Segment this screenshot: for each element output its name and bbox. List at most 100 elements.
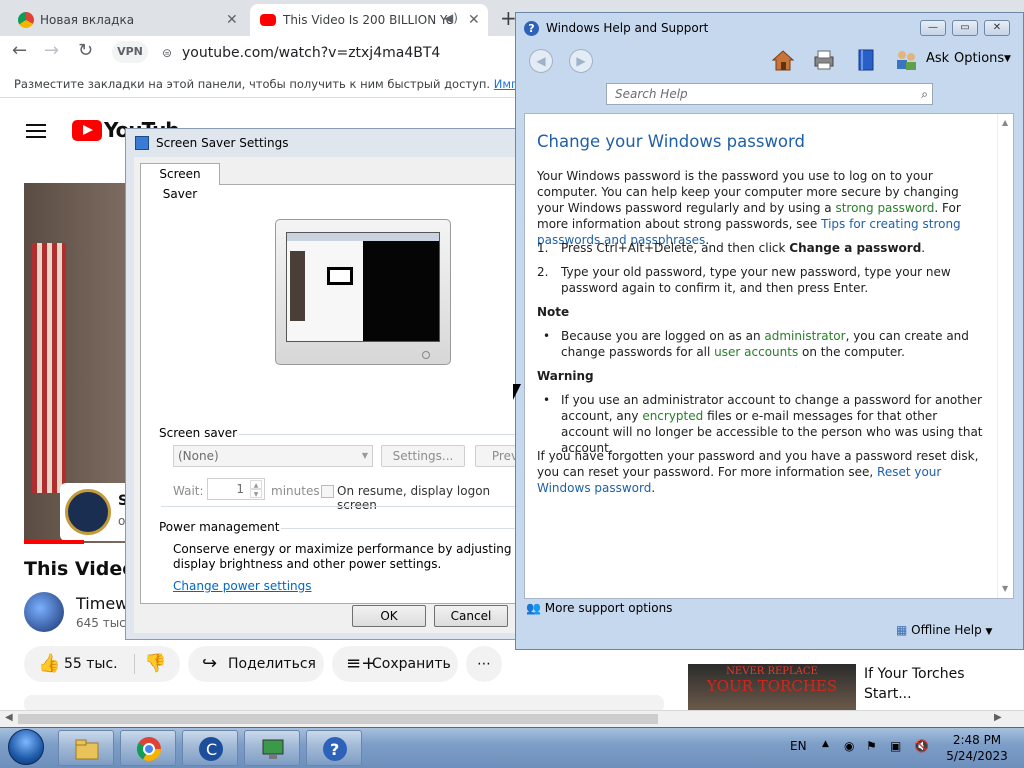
channel-name[interactable]: Timew	[76, 594, 128, 613]
tab-screen-saver[interactable]: Screen Saver	[140, 163, 220, 201]
wait-spinner[interactable]: 1 ▲ ▼	[207, 478, 265, 500]
ok-button[interactable]: OK	[352, 605, 426, 627]
menu-icon[interactable]	[26, 124, 46, 138]
help-icon: ?	[524, 21, 539, 36]
clock-time: 2:48 PM	[952, 733, 1002, 747]
cancel-button[interactable]: Cancel	[434, 605, 508, 627]
tab-new-tab[interactable]: Новая вкладка ✕	[0, 4, 250, 36]
forward-arrow-icon[interactable]: →	[44, 40, 59, 61]
warning-text: If you use an administrator account to c…	[561, 392, 987, 456]
help-icon: ?	[323, 737, 347, 761]
tab-youtube-video[interactable]: This Video Is 200 BILLION Ye ◀) ✕	[250, 4, 488, 36]
taskbar-explorer[interactable]	[58, 730, 114, 766]
speaker-icon: ◀)	[444, 11, 458, 25]
site-info-icon[interactable]: ⊜	[162, 39, 172, 67]
horizontal-scrollbar[interactable]: ◀ ▶	[0, 710, 1024, 727]
spin-up-icon[interactable]: ▲	[250, 480, 262, 489]
video-frame-flag	[32, 243, 66, 493]
note-text-1: Because you are logged on as an	[561, 329, 765, 343]
user-accounts-link[interactable]: user accounts	[714, 345, 798, 359]
step1-text: Press Ctrl+Alt+Delete, and then click	[561, 241, 790, 255]
offline-help-label: Offline Help	[911, 623, 982, 637]
scroll-down-icon[interactable]: ▼	[1002, 584, 1008, 593]
help-titlebar[interactable]: ? Windows Help and Support	[516, 13, 1023, 43]
screensaver-select[interactable]: (None) ▼	[173, 445, 373, 467]
help-title: Windows Help and Support	[546, 21, 709, 35]
options-chevron-icon[interactable]: ▼	[1004, 54, 1011, 64]
change-power-settings-link[interactable]: Change power settings	[173, 579, 312, 593]
description-box[interactable]	[24, 695, 664, 710]
encrypted-link[interactable]: encrypted	[642, 409, 703, 423]
options-button[interactable]: Options	[954, 51, 1004, 66]
start-button[interactable]	[2, 728, 50, 768]
thumbs-down-icon[interactable]: 👎	[144, 646, 166, 682]
recommended-title[interactable]: If Your Torches Start...	[864, 664, 994, 704]
reset-text: If you have forgotten your password and …	[537, 448, 987, 496]
address-bar[interactable]: ⊜ youtube.com/watch?v=ztxj4ma4BT4	[158, 39, 558, 67]
home-icon[interactable]	[770, 47, 796, 73]
preview-screen	[286, 232, 440, 342]
spin-down-icon[interactable]: ▼	[250, 489, 262, 498]
administrator-link[interactable]: administrator	[764, 329, 845, 343]
share-icon: ↪	[202, 653, 218, 674]
save-button[interactable]: ≡+ Сохранить	[332, 646, 458, 682]
tab-title: This Video Is 200 BILLION Ye	[283, 13, 454, 27]
search-placeholder: Search Help	[615, 87, 688, 101]
search-help-input[interactable]: Search Help ⌕	[606, 83, 933, 105]
strong-password-link[interactable]: strong password	[835, 201, 934, 215]
chrome-icon	[18, 12, 34, 28]
scroll-right-icon[interactable]: ▶	[994, 712, 1002, 723]
advertiser-logo	[65, 489, 111, 535]
volume-muted-icon[interactable]: 🔇	[914, 739, 929, 753]
maximize-button[interactable]: ▭	[952, 20, 978, 36]
scroll-thumb[interactable]	[18, 714, 658, 724]
action-center-flag-icon[interactable]: ⚑	[866, 739, 877, 753]
chrome-icon	[136, 737, 161, 762]
search-icon[interactable]: ⌕	[921, 84, 928, 104]
offline-help-button[interactable]: ▦ Offline Help ▼	[896, 623, 992, 637]
screensaver-dialog: Screen Saver Settings Screen Saver Scree…	[125, 128, 525, 640]
back-icon[interactable]: ◀	[529, 49, 553, 73]
more-support-options[interactable]: 👥 More support options	[526, 601, 672, 615]
like-count[interactable]: 55 тыс.	[64, 646, 118, 682]
language-indicator[interactable]: EN	[790, 739, 807, 753]
close-button[interactable]: ✕	[984, 20, 1010, 36]
wait-label: Wait:	[173, 484, 204, 498]
back-arrow-icon[interactable]: ←	[12, 40, 27, 61]
resume-logon-checkbox[interactable]	[321, 485, 334, 498]
taskbar-chrome[interactable]	[120, 730, 176, 766]
scroll-up-icon[interactable]: ▲	[1002, 118, 1008, 127]
forward-icon[interactable]: ▶	[569, 49, 593, 73]
reload-icon[interactable]: ↻	[78, 40, 93, 61]
close-tab-icon[interactable]: ✕	[226, 12, 238, 28]
taskbar-display-settings[interactable]	[244, 730, 300, 766]
taskbar-help[interactable]: ?	[306, 730, 362, 766]
network-icon[interactable]: ▣	[890, 739, 901, 753]
dialog-titlebar[interactable]: Screen Saver Settings	[126, 129, 524, 157]
vpn-badge[interactable]: VPN	[112, 41, 148, 63]
recommended-thumbnail[interactable]: NEVER REPLACE YOUR TORCHES	[688, 664, 856, 710]
youtube-logo-icon[interactable]	[72, 120, 102, 141]
thumbs-up-icon[interactable]: 👍	[38, 646, 60, 682]
more-support-label: More support options	[544, 601, 673, 615]
tray-app-icon[interactable]: ◉	[844, 739, 854, 753]
note-text: Because you are logged on as an administ…	[561, 328, 987, 360]
show-hidden-icons-icon[interactable]: ▲	[822, 739, 829, 749]
channel-avatar[interactable]	[24, 592, 64, 632]
help-scrollbar[interactable]: ▲ ▼	[997, 114, 1013, 598]
taskbar-ccleaner[interactable]: C	[182, 730, 238, 766]
help-window: ? Windows Help and Support — ▭ ✕ ◀ ▶ Ask…	[515, 12, 1024, 650]
power-led-icon	[422, 351, 430, 359]
settings-button[interactable]: Settings...	[381, 445, 465, 467]
system-clock[interactable]: 2:48 PM 5/24/2023	[936, 732, 1018, 764]
ask-button[interactable]: Ask	[926, 51, 949, 66]
minimize-button[interactable]: —	[920, 20, 946, 36]
print-icon[interactable]	[811, 47, 837, 73]
close-tab-icon[interactable]: ✕	[468, 12, 480, 28]
more-actions-button[interactable]: ⋯	[466, 646, 502, 682]
help-article: Change your Windows password Your Window…	[524, 113, 1014, 599]
ask-people-icon[interactable]	[893, 47, 919, 73]
share-button[interactable]: ↪ Поделиться	[188, 646, 324, 682]
browse-help-icon[interactable]	[853, 47, 879, 73]
scroll-left-icon[interactable]: ◀	[5, 712, 13, 723]
